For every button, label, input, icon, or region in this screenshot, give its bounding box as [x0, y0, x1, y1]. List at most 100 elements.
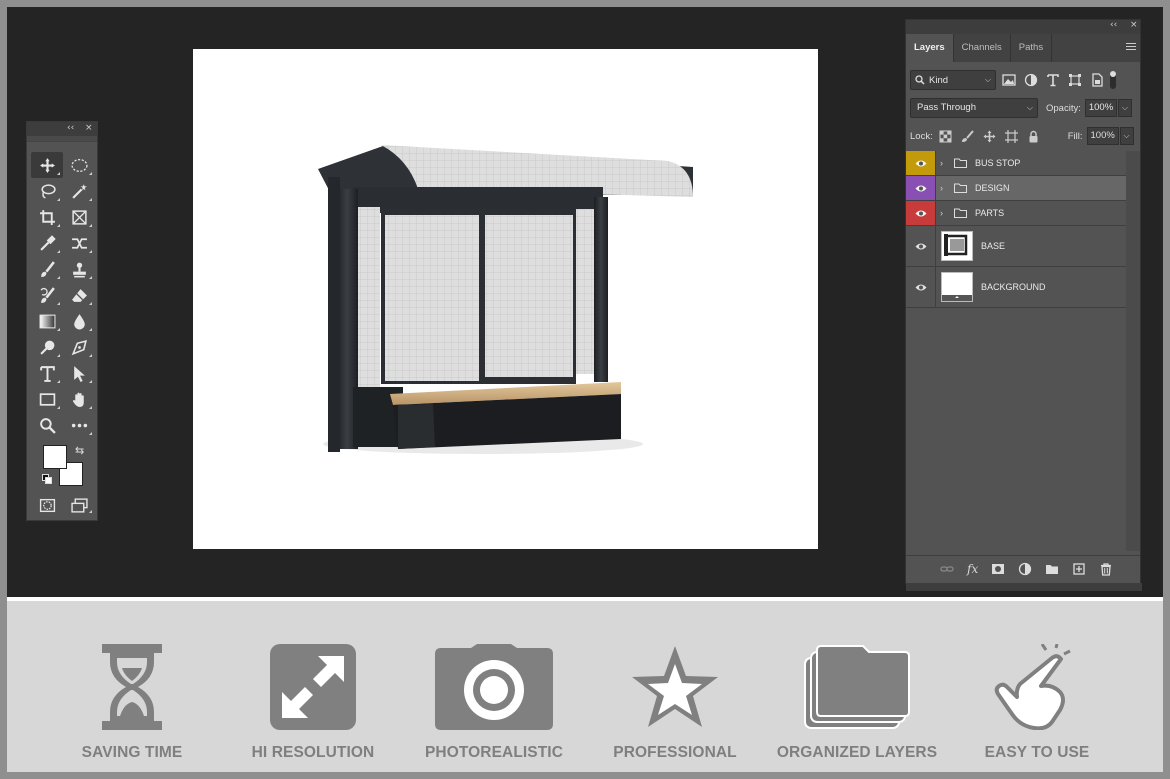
lock-artboard-icon[interactable]	[1004, 129, 1018, 143]
fill-input[interactable]: 100%	[1086, 127, 1119, 145]
type-layer-filter-icon[interactable]	[1046, 73, 1060, 87]
color-swatches[interactable]: ⇆	[41, 444, 91, 488]
feature-label: PHOTOREALISTIC	[424, 744, 564, 761]
lock-position-icon[interactable]	[983, 130, 996, 143]
layers-panel-header: ‹‹ ×	[906, 20, 1140, 34]
panel-grip[interactable]	[27, 136, 97, 142]
gradient-tool-icon[interactable]	[31, 308, 63, 334]
hand-tool-icon[interactable]	[63, 386, 95, 412]
expand-arrow-icon[interactable]: ›	[940, 158, 950, 168]
path-selection-icon[interactable]	[63, 360, 95, 386]
eraser-tool-icon[interactable]	[63, 282, 95, 308]
opacity-dropdown-icon[interactable]: ⌵	[1117, 99, 1132, 117]
tools-panel: ‹‹ × ⇆	[26, 121, 98, 521]
more-tools-icon[interactable]	[63, 412, 95, 438]
expand-arrow-icon[interactable]: ›	[940, 208, 950, 218]
layer-row-bus-stop[interactable]: › BUS STOP	[906, 151, 1126, 176]
lock-image-pixels-icon[interactable]	[961, 129, 974, 143]
tools-panel-header: ‹‹ ×	[27, 122, 97, 136]
delete-layer-icon[interactable]	[1099, 562, 1113, 576]
adjustment-layer-icon[interactable]	[1018, 562, 1032, 576]
filter-kind-select[interactable]: Kind ⌵	[910, 70, 996, 90]
swap-colors-icon[interactable]: ⇆	[75, 444, 84, 457]
filter-toggle[interactable]	[1110, 71, 1116, 89]
smart-object-filter-icon[interactable]	[1090, 73, 1104, 87]
feature-professional: PROFESSIONAL	[585, 640, 765, 762]
expand-arrow-icon[interactable]: ›	[940, 183, 950, 193]
blend-mode-select[interactable]: Pass Through ⌵	[910, 98, 1038, 118]
opacity-input[interactable]: 100%	[1084, 99, 1117, 117]
feature-saving-time: SAVING TIME	[42, 640, 222, 762]
visibility-eye-icon[interactable]	[906, 201, 936, 225]
blend-mode-value: Pass Through	[917, 102, 976, 113]
frame-tool-icon[interactable]	[63, 204, 95, 230]
tab-paths[interactable]: Paths	[1011, 34, 1053, 62]
tab-channels[interactable]: Channels	[954, 34, 1011, 62]
star-icon	[632, 646, 718, 727]
layer-name: BACKGROUND	[981, 282, 1046, 292]
layers-scrollbar[interactable]	[1126, 151, 1140, 551]
collapse-icon[interactable]: ‹‹	[67, 123, 74, 133]
visibility-eye-icon[interactable]	[906, 151, 936, 175]
layer-thumbnail	[941, 272, 973, 302]
layer-name: BUS STOP	[975, 158, 1021, 168]
link-layers-icon[interactable]	[940, 562, 954, 576]
layer-style-fx-icon[interactable]: fx	[967, 562, 978, 576]
feature-label: EASY TO USE	[984, 744, 1090, 761]
pen-tool-icon[interactable]	[63, 334, 95, 360]
panel-menu-icon[interactable]	[1126, 43, 1136, 52]
history-brush-icon[interactable]	[31, 282, 63, 308]
rectangle-tool-icon[interactable]	[31, 386, 63, 412]
visibility-eye-icon[interactable]	[906, 267, 936, 307]
collapse-icon[interactable]: ‹‹	[1110, 20, 1117, 30]
shape-layer-filter-icon[interactable]	[1068, 73, 1082, 87]
folder-icon	[954, 183, 967, 193]
tab-layers[interactable]: Layers	[906, 34, 954, 62]
foreground-color-swatch[interactable]	[43, 445, 67, 469]
panel-resize-bar[interactable]	[906, 583, 1142, 591]
fill-dropdown-icon[interactable]: ⌵	[1119, 127, 1134, 145]
blur-tool-icon[interactable]	[63, 308, 95, 334]
layers-panel-footer: fx	[906, 555, 1140, 583]
layer-list: › BUS STOP › DESIGN › PARTS BASE BACKGRO…	[906, 151, 1126, 551]
move-tool-icon[interactable]	[31, 152, 63, 178]
chevron-down-icon: ⌵	[984, 75, 991, 84]
feature-label: HI RESOLUTION	[251, 744, 375, 761]
crop-tool-icon[interactable]	[31, 204, 63, 230]
brush-tool-icon[interactable]	[31, 256, 63, 282]
visibility-eye-icon[interactable]	[906, 226, 936, 266]
zoom-tool-icon[interactable]	[31, 412, 63, 438]
new-group-folder-icon[interactable]	[1045, 562, 1059, 576]
lock-all-icon[interactable]	[1027, 130, 1040, 143]
add-mask-icon[interactable]	[991, 562, 1005, 576]
opacity-label: Opacity:	[1046, 102, 1081, 114]
screen-mode-icon[interactable]	[63, 494, 95, 516]
dodge-tool-icon[interactable]	[31, 334, 63, 360]
folder-icon	[954, 158, 967, 168]
feature-easy-to-use: EASY TO USE	[947, 640, 1127, 762]
close-icon[interactable]: ×	[1130, 20, 1138, 30]
magic-wand-icon[interactable]	[63, 178, 95, 204]
eyedropper-icon[interactable]	[31, 230, 63, 256]
close-icon[interactable]: ×	[85, 123, 93, 133]
document-canvas[interactable]	[193, 49, 818, 549]
feature-organized-layers: ORGANIZED LAYERS	[767, 640, 947, 762]
layer-row-base[interactable]: BASE	[906, 226, 1126, 267]
lock-transparent-pixels-icon[interactable]	[939, 130, 952, 143]
layer-row-parts[interactable]: › PARTS	[906, 201, 1126, 226]
elliptical-marquee-icon[interactable]	[63, 152, 95, 178]
type-tool-icon[interactable]	[31, 360, 63, 386]
default-colors-icon[interactable]	[42, 474, 52, 484]
lasso-tool-icon[interactable]	[31, 178, 63, 204]
pixel-layer-filter-icon[interactable]	[1002, 73, 1016, 87]
visibility-eye-icon[interactable]	[906, 176, 936, 200]
layer-row-background[interactable]: BACKGROUND	[906, 267, 1126, 308]
ruler-tool-icon[interactable]	[63, 230, 95, 256]
lock-label: Lock:	[910, 130, 933, 142]
clone-stamp-icon[interactable]	[63, 256, 95, 282]
quick-mask-icon[interactable]	[31, 494, 63, 516]
layer-row-design[interactable]: › DESIGN	[906, 176, 1126, 201]
adjustment-layer-filter-icon[interactable]	[1024, 73, 1038, 87]
stacked-folders-icon	[804, 645, 910, 729]
new-layer-icon[interactable]	[1072, 562, 1086, 576]
